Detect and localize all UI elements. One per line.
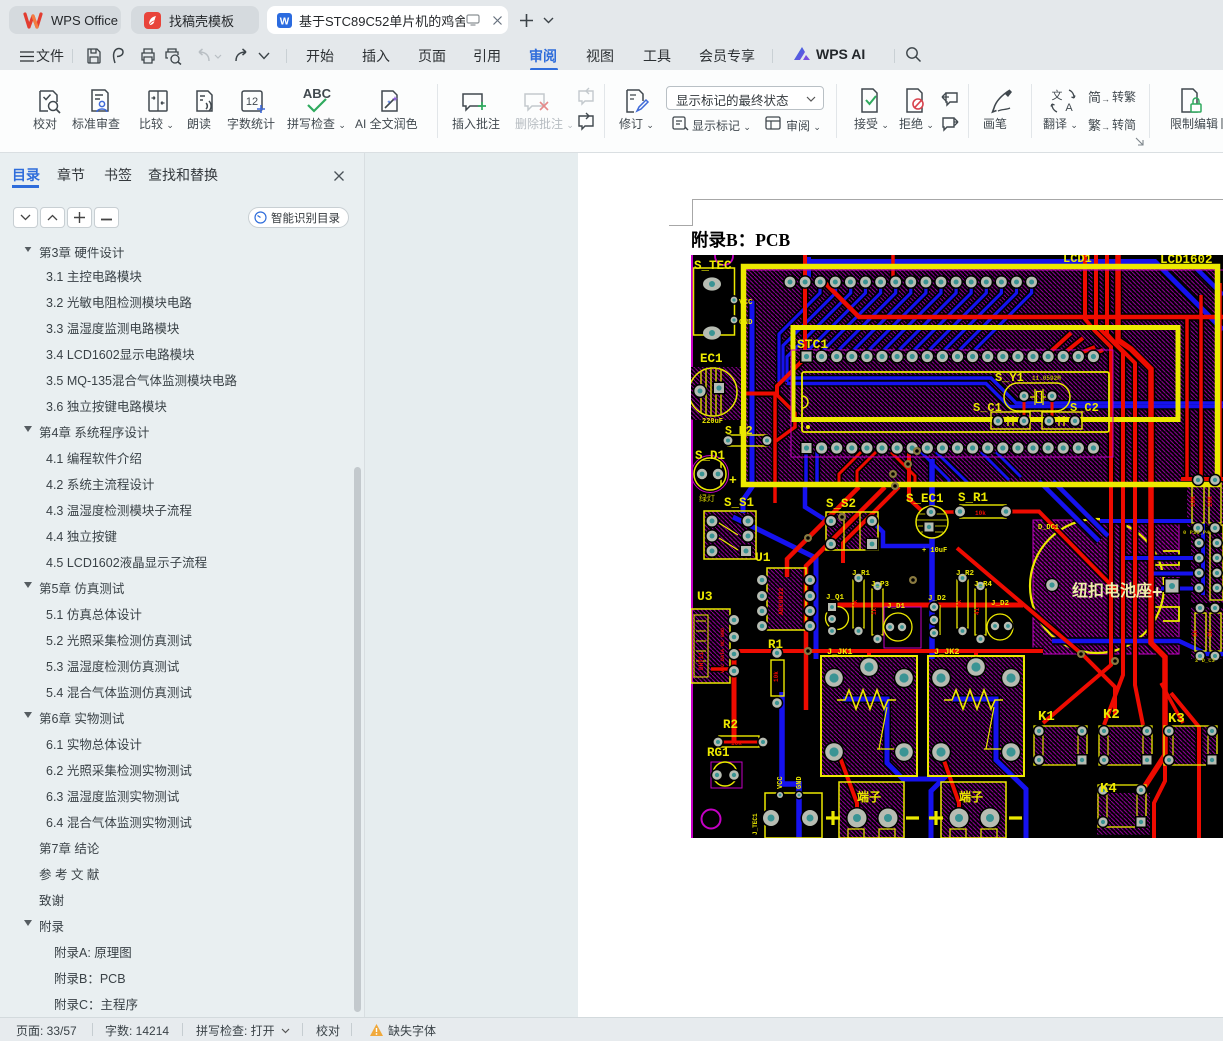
svg-text:J_R4: J_R4 — [974, 581, 993, 589]
svg-text:J_R2: J_R2 — [956, 570, 975, 578]
svg-text:端子: 端子 — [857, 789, 881, 804]
svg-text:S_C2: S_C2 — [1070, 401, 1099, 415]
svg-text:10K: 10K — [1190, 496, 1197, 507]
svg-text:DHT11: DHT11 — [698, 652, 705, 670]
svg-text:文: 文 — [1052, 88, 1063, 102]
svg-text:12: 12 — [246, 96, 258, 108]
svg-text:RG1: RG1 — [707, 746, 730, 760]
svg-text:GND: GND — [796, 776, 804, 789]
svg-text:J_Q1: J_Q1 — [826, 594, 845, 602]
svg-text:STC1: STC1 — [797, 337, 828, 352]
svg-text:+ 10uF: + 10uF — [922, 547, 947, 555]
svg-text:S_TEC: S_TEC — [694, 259, 732, 273]
svg-text:+: + — [1152, 582, 1163, 602]
svg-text:J_P3: J_P3 — [871, 581, 890, 589]
svg-text:1k: 1k — [871, 607, 878, 615]
svg-text:1k: 1k — [1192, 629, 1199, 637]
svg-text:A: A — [1065, 102, 1073, 114]
svg-text:J_D1: J_D1 — [887, 603, 906, 611]
svg-text:R1: R1 — [768, 638, 783, 652]
svg-text:K1: K1 — [1038, 709, 1055, 725]
svg-text:S_D1: S_D1 — [695, 449, 725, 463]
svg-text:S_C1: S_C1 — [973, 401, 1002, 415]
svg-text:U1: U1 — [755, 550, 771, 565]
svg-text:S_EC1: S_EC1 — [906, 492, 944, 506]
svg-text:GND: GND — [739, 319, 753, 327]
svg-text:LCD1602: LCD1602 — [1160, 255, 1213, 267]
svg-text:11.0592M: 11.0592M — [1032, 375, 1061, 382]
svg-text:J_D2: J_D2 — [928, 595, 947, 603]
svg-text:绿灯: 绿灯 — [699, 493, 715, 503]
svg-text:+: + — [729, 473, 737, 488]
svg-text:U3: U3 — [697, 589, 713, 604]
svg-text:VCC DATA NC GND: VCC DATA NC GND — [720, 628, 726, 673]
svg-text:J_R1: J_R1 — [852, 570, 871, 578]
svg-text:EC1: EC1 — [700, 352, 723, 366]
svg-text:10k: 10k — [975, 510, 986, 517]
svg-text:K3: K3 — [1168, 711, 1185, 727]
svg-text:J_D2: J_D2 — [991, 600, 1010, 608]
svg-text:ADC0832: ADC0832 — [778, 588, 785, 615]
svg-text:10k: 10k — [731, 740, 742, 747]
svg-text:S_S1: S_S1 — [724, 496, 754, 510]
svg-text:D_DC1: D_DC1 — [1038, 524, 1059, 532]
svg-text:41: 41 — [974, 607, 981, 615]
svg-text:10K: 10K — [1207, 496, 1214, 507]
svg-text:1k: 1k — [852, 599, 859, 607]
svg-text:S_S2: S_S2 — [826, 497, 856, 511]
svg-text:W: W — [280, 16, 290, 27]
svg-text:S_Y1: S_Y1 — [995, 371, 1024, 385]
svg-text:端子: 端子 — [959, 789, 983, 804]
svg-text:2 D_C3: 2 D_C3 — [1195, 657, 1216, 664]
svg-text:1k: 1k — [956, 599, 963, 607]
svg-text:10k: 10k — [773, 671, 780, 682]
svg-text:R2: R2 — [723, 718, 738, 732]
svg-text:220uF: 220uF — [702, 418, 723, 426]
svg-text:VCC: VCC — [739, 299, 753, 307]
svg-text:J_TEC1: J_TEC1 — [752, 813, 759, 835]
svg-text:0 P30_P4: 0 P30_P4 — [1183, 529, 1210, 536]
svg-text:ABC: ABC — [303, 86, 332, 101]
svg-text:K2: K2 — [1103, 707, 1120, 723]
svg-text:J_JK1: J_JK1 — [827, 647, 853, 657]
svg-text:K4: K4 — [1100, 781, 1117, 797]
svg-text:LCD1: LCD1 — [1063, 255, 1092, 266]
svg-text:S_R1: S_R1 — [958, 491, 988, 505]
svg-text:S_R2: S_R2 — [725, 425, 753, 438]
svg-text:VCC: VCC — [777, 776, 785, 789]
svg-text:J_JK2: J_JK2 — [934, 647, 960, 657]
svg-text:1k: 1k — [1207, 629, 1214, 637]
svg-text:纽扣电池座: 纽扣电池座 — [1072, 581, 1152, 600]
